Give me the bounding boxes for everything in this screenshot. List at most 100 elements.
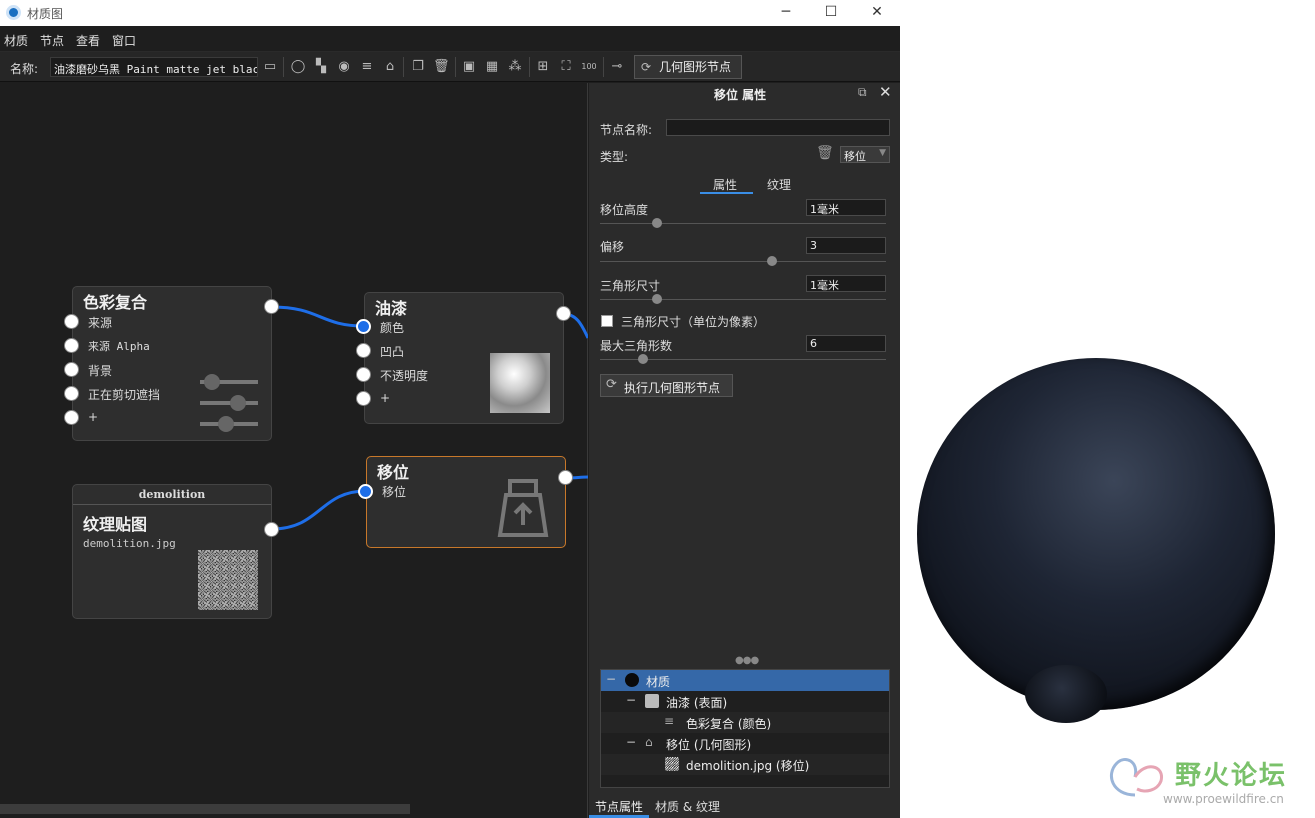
height-slider[interactable] bbox=[600, 223, 886, 224]
title-bar: 材质图 ─ ☐ ✕ bbox=[0, 0, 900, 26]
tree-item-label: demolition.jpg (移位) bbox=[686, 759, 810, 773]
node-title: 纹理贴图 bbox=[83, 515, 148, 534]
bottom-tabs: 节点属性 材质 & 纹理 bbox=[589, 795, 900, 818]
input-port-bump[interactable] bbox=[356, 343, 371, 358]
zoom-100-icon[interactable]: 100 bbox=[581, 59, 597, 75]
offset-slider-handle[interactable] bbox=[766, 256, 777, 266]
tab-attributes[interactable]: 属性 bbox=[713, 176, 737, 193]
menu-window[interactable]: 窗口 bbox=[112, 32, 136, 49]
node-texture-map[interactable]: demolition 纹理贴图 demolition.jpg bbox=[72, 484, 272, 619]
trash-icon[interactable]: 🗑 bbox=[816, 145, 834, 161]
input-port-add[interactable] bbox=[356, 391, 371, 406]
input-port-source-alpha[interactable] bbox=[64, 338, 79, 353]
node-title: 色彩复合 bbox=[83, 293, 148, 312]
tab-texture[interactable]: 纹理 bbox=[767, 176, 791, 193]
tab-node-properties[interactable]: 节点属性 bbox=[595, 798, 643, 815]
output-port-composite[interactable] bbox=[264, 299, 279, 314]
node-name-field[interactable] bbox=[666, 119, 890, 136]
copy-icon[interactable]: ❐ bbox=[410, 59, 426, 75]
tree-item-label: 油漆 (表面) bbox=[666, 696, 728, 710]
trash-icon[interactable]: 🗑 bbox=[433, 59, 450, 75]
node-canvas[interactable]: 色彩复合 来源 来源 Alpha 背景 正在剪切遮挡 + 油漆 颜色 凹凸 不透… bbox=[0, 83, 588, 818]
menu-view[interactable]: 查看 bbox=[76, 32, 100, 49]
material-tree: − 材质 − 油漆 (表面) ≡ 色彩复合 (颜色) − ⌂ 移位 (几何图形)… bbox=[600, 669, 890, 788]
collapse-icon[interactable]: − bbox=[606, 672, 616, 686]
toolbar-divider bbox=[529, 57, 530, 77]
output-port-displacement[interactable] bbox=[558, 470, 573, 485]
save-icon[interactable]: ▭ bbox=[262, 59, 278, 75]
minimize-button[interactable]: ─ bbox=[763, 0, 809, 26]
texture-thumbnail-icon bbox=[665, 757, 679, 771]
input-port-color[interactable] bbox=[356, 319, 371, 334]
menu-material[interactable]: 材质 bbox=[4, 32, 28, 49]
sliders-icon: ≡ bbox=[664, 714, 675, 728]
checker-icon[interactable]: ▚ bbox=[313, 59, 329, 75]
max-triangles-field[interactable]: 6 bbox=[806, 335, 886, 352]
pixel-units-label: 三角形尺寸（单位为像素） bbox=[621, 315, 766, 329]
wire-texture-to-displace bbox=[271, 489, 367, 531]
output-port-texture[interactable] bbox=[264, 522, 279, 537]
lift-icon[interactable]: ⌂ bbox=[382, 59, 398, 75]
collapse-icon[interactable]: − bbox=[626, 693, 636, 707]
input-port-clipping[interactable] bbox=[64, 386, 79, 401]
texture-thumbnail bbox=[198, 550, 258, 610]
tab-materials-textures[interactable]: 材质 & 纹理 bbox=[655, 798, 720, 815]
node-add-icon[interactable]: ▣ bbox=[461, 59, 477, 75]
close-button[interactable]: ✕ bbox=[854, 0, 900, 26]
input-port-add[interactable] bbox=[64, 410, 79, 425]
tree-item-color-composite[interactable]: ≡ 色彩复合 (颜色) bbox=[601, 712, 889, 733]
input-port-source[interactable] bbox=[64, 314, 79, 329]
toolbar: 名称: 油漆磨砂乌黑 Paint matte jet black ▭ ◯ ▚ ◉… bbox=[0, 52, 900, 82]
node-paint[interactable]: 油漆 颜色 凹凸 不透明度 + bbox=[364, 292, 564, 424]
node-color-composite[interactable]: 色彩复合 来源 来源 Alpha 背景 正在剪切遮挡 + bbox=[72, 286, 272, 441]
maximize-button[interactable]: ☐ bbox=[808, 0, 854, 26]
tree-item-material[interactable]: − 材质 bbox=[601, 670, 889, 691]
sliders-icon[interactable]: ≡ bbox=[359, 59, 375, 75]
menu-node[interactable]: 节点 bbox=[40, 32, 64, 49]
play-icon[interactable]: ◉ bbox=[336, 59, 352, 75]
chevron-down-icon: ▼ bbox=[879, 148, 886, 158]
watermark-logo bbox=[1110, 758, 1163, 797]
height-slider-handle[interactable] bbox=[652, 218, 663, 228]
type-select[interactable]: 移位 ▼ bbox=[840, 146, 890, 163]
height-label: 移位高度 bbox=[600, 203, 649, 217]
close-icon[interactable]: ✕ bbox=[879, 83, 892, 101]
collapse-icon[interactable]: − bbox=[626, 735, 636, 749]
node-displacement[interactable]: 移位 移位 bbox=[366, 456, 566, 548]
triangle-size-slider[interactable] bbox=[600, 299, 886, 300]
horizontal-scrollbar[interactable] bbox=[0, 804, 410, 814]
offset-slider[interactable] bbox=[600, 261, 886, 262]
triangle-size-slider-handle[interactable] bbox=[652, 294, 663, 304]
layout-icon[interactable]: ⊞ bbox=[535, 59, 551, 75]
sliders-icon bbox=[200, 374, 258, 432]
input-port-opacity[interactable] bbox=[356, 367, 371, 382]
app-logo-icon bbox=[6, 5, 21, 20]
pixel-units-checkbox[interactable] bbox=[601, 315, 613, 327]
tree-item-paint[interactable]: − 油漆 (表面) bbox=[601, 691, 889, 712]
displacement-icon bbox=[497, 479, 549, 537]
refresh-icon: ⟳ bbox=[641, 60, 652, 74]
output-port-paint[interactable] bbox=[556, 306, 571, 321]
sphere-icon[interactable]: ◯ bbox=[290, 59, 306, 75]
grid-icon[interactable]: ▦ bbox=[484, 59, 500, 75]
toolbar-divider bbox=[283, 57, 284, 77]
execute-geometry-button[interactable]: ⟳ 执行几何图形节点 bbox=[600, 374, 733, 397]
tree-item-demolition[interactable]: demolition.jpg (移位) bbox=[601, 754, 889, 775]
input-port-displacement[interactable] bbox=[358, 484, 373, 499]
triangle-size-field[interactable]: 1毫米 bbox=[806, 275, 886, 292]
splitter-handle[interactable]: ●●● bbox=[735, 655, 759, 666]
offset-field[interactable]: 3 bbox=[806, 237, 886, 254]
tree-item-displacement[interactable]: − ⌂ 移位 (几何图形) bbox=[601, 733, 889, 754]
input-port-background[interactable] bbox=[64, 362, 79, 377]
panel-title: 移位 属性 bbox=[714, 88, 767, 102]
float-icon[interactable]: ⧉ bbox=[858, 85, 867, 100]
port-label: + bbox=[88, 410, 99, 424]
material-name-input[interactable]: 油漆磨砂乌黑 Paint matte jet black bbox=[50, 57, 258, 77]
displacement-icon: ⌂ bbox=[645, 735, 653, 749]
height-field[interactable]: 1毫米 bbox=[806, 199, 886, 216]
geometry-node-button[interactable]: ⟳ 几何图形节点 bbox=[634, 55, 742, 79]
dots-icon[interactable]: ⁂ bbox=[507, 59, 523, 75]
fit-icon[interactable]: ⛶ bbox=[558, 59, 574, 75]
max-triangles-slider-handle[interactable] bbox=[637, 354, 648, 364]
tree-icon[interactable]: ⊸ bbox=[609, 59, 625, 75]
